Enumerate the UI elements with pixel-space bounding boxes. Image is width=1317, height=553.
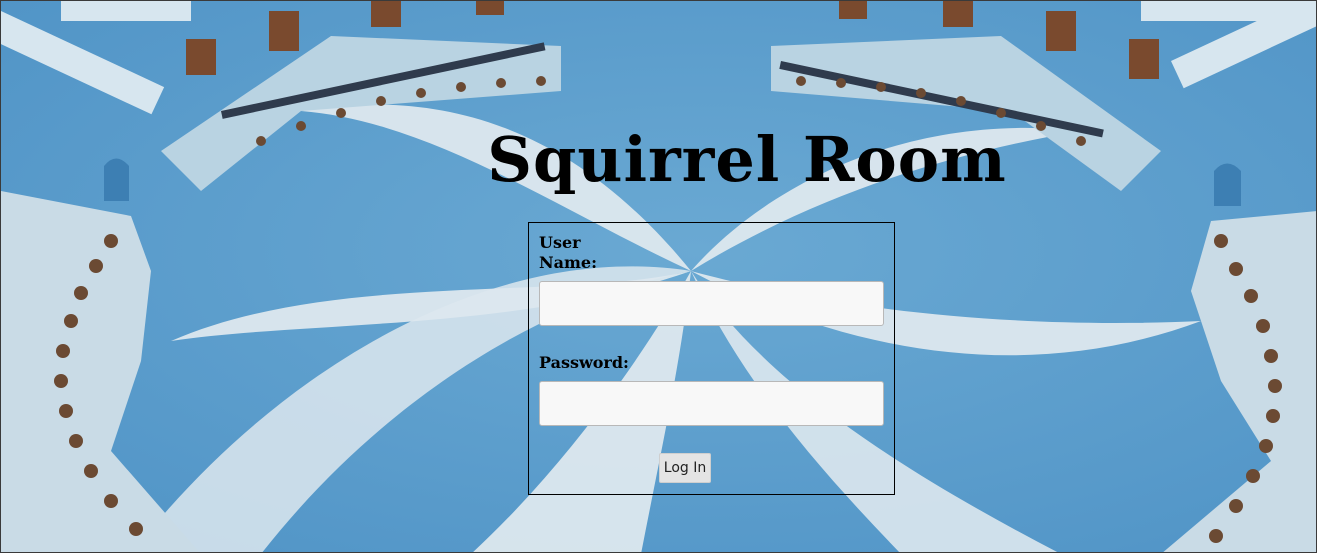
username-input[interactable] <box>539 281 884 326</box>
username-label: User Name: <box>539 233 598 272</box>
log-in-button[interactable]: Log In <box>659 453 711 483</box>
password-label: Password: <box>539 353 629 372</box>
login-page: Squirrel Room User Name: Password: Log I… <box>0 0 1317 553</box>
password-input[interactable] <box>539 381 884 426</box>
page-title: Squirrel Room <box>487 123 1007 196</box>
login-form: User Name: Password: Log In <box>528 222 895 495</box>
